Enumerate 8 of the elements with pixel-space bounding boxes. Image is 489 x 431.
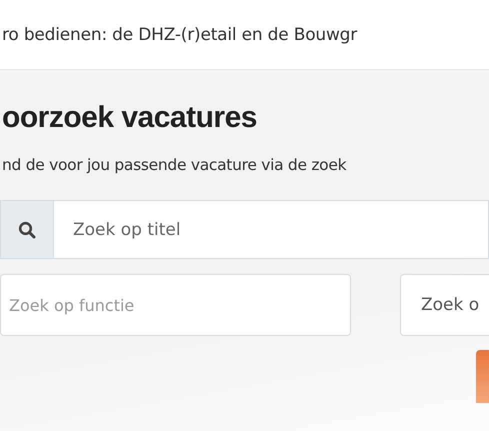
filter-field[interactable]: Zoek op functie [0,274,351,336]
section-title: oorzoek vacatures [2,100,258,136]
title-search-field[interactable]: Zoek op titel [54,200,489,259]
search-button[interactable] [476,350,489,403]
section-subtitle: nd de voor jou passende vacature via de zoek [2,156,348,174]
filter-field[interactable]: Zoek o [400,274,489,336]
intro-text: ro bedienen: de DHZ-(r)etail en de Bouwgr [2,24,358,44]
search-icon [18,220,36,238]
